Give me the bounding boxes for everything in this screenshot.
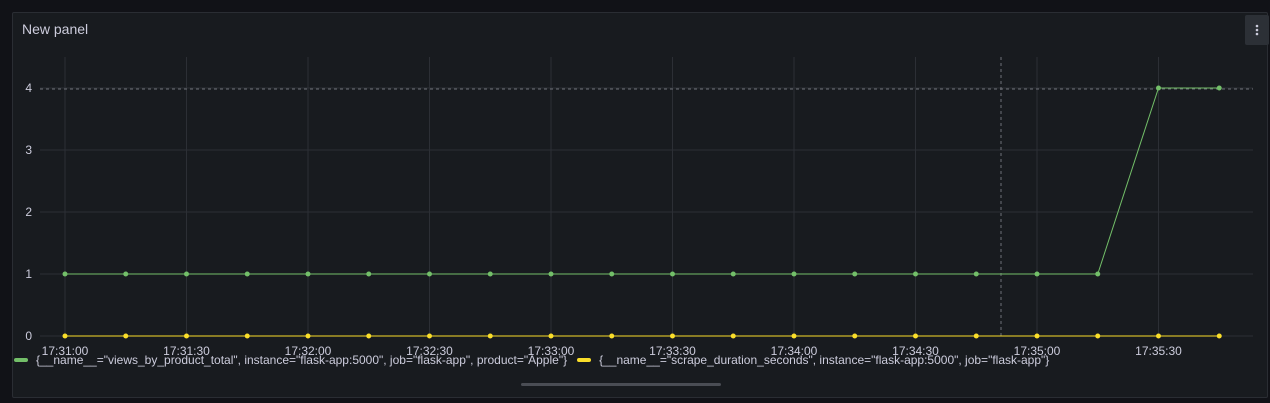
data-point (427, 271, 432, 277)
legend-item-series-2[interactable]: {__name__="scrape_duration_seconds", ins… (577, 353, 1049, 367)
data-point (184, 333, 189, 339)
data-point (609, 333, 615, 339)
data-point (123, 271, 129, 277)
data-point (1034, 271, 1040, 277)
data-point (791, 333, 797, 339)
data-point (1156, 85, 1161, 91)
data-point (1216, 333, 1222, 339)
legend-swatch (577, 358, 592, 362)
horizontal-scrollbar[interactable] (521, 383, 721, 386)
data-point (487, 271, 493, 277)
data-point (366, 271, 372, 277)
legend: {__name__="views_by_product_total", inst… (14, 353, 1049, 367)
legend-item-series-1[interactable]: {__name__="views_by_product_total", inst… (14, 353, 567, 367)
y-tick-label: 2 (25, 205, 32, 219)
time-series-chart[interactable]: 0123417:31:00 17:31:30 17:32:00 17:32:30 17:… (0, 0, 1270, 403)
data-point (913, 271, 918, 277)
data-point (1095, 271, 1101, 277)
data-point (487, 333, 493, 339)
data-point (913, 333, 918, 339)
y-tick-label: 0 (25, 329, 32, 343)
legend-swatch (14, 358, 28, 362)
legend-label: {__name__="scrape_duration_seconds", ins… (599, 353, 1050, 367)
data-point (609, 271, 615, 277)
data-point (670, 271, 675, 277)
x-tick-label: 17:35:30 (1135, 344, 1182, 358)
data-point (852, 271, 858, 277)
data-point (244, 271, 250, 277)
y-tick-label: 1 (25, 267, 32, 281)
data-point (852, 333, 858, 339)
data-point (244, 333, 250, 339)
legend-label: {__name__="views_by_product_total", inst… (36, 353, 568, 367)
data-point (427, 333, 432, 339)
data-point (548, 333, 554, 339)
data-point (305, 333, 311, 339)
data-point (366, 333, 372, 339)
data-point (62, 271, 68, 277)
data-point (730, 333, 736, 339)
series-line-1 (65, 87, 1220, 275)
data-point (973, 271, 979, 277)
data-point (1034, 333, 1040, 339)
data-point (1216, 85, 1222, 91)
data-point (548, 271, 554, 277)
y-tick-label: 4 (25, 81, 32, 95)
data-point (305, 271, 311, 277)
data-point (973, 333, 979, 339)
data-point (791, 271, 797, 277)
y-tick-label: 3 (25, 143, 32, 157)
data-point (670, 333, 675, 339)
data-point (184, 271, 189, 277)
data-point (1156, 333, 1161, 339)
data-point (1095, 333, 1101, 339)
data-point (730, 271, 736, 277)
data-point (123, 333, 129, 339)
data-point (62, 333, 68, 339)
